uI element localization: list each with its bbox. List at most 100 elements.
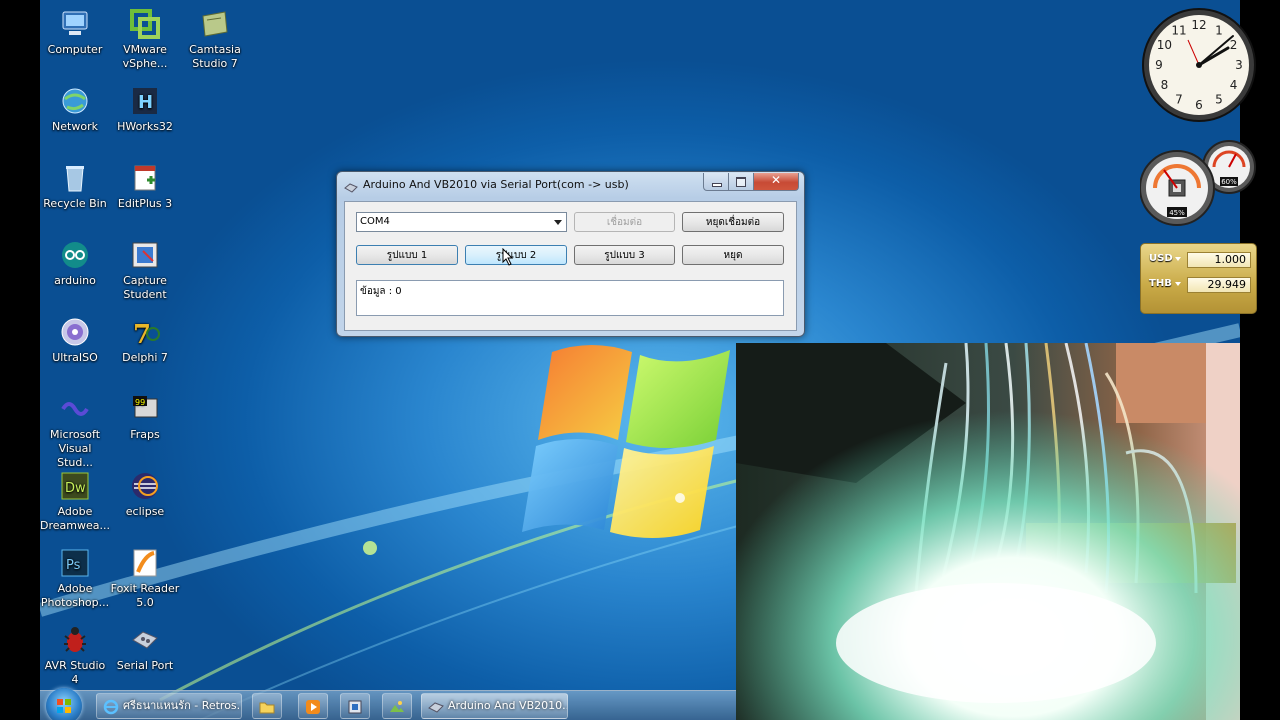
eclipse-icon <box>129 470 161 502</box>
windows-logo <box>522 345 730 539</box>
chevron-down-icon[interactable] <box>554 220 562 225</box>
desktop-icon-arduino[interactable]: arduino <box>40 239 110 288</box>
visual-studio-icon <box>59 393 91 425</box>
chevron-down-icon[interactable] <box>1175 282 1181 286</box>
desktop-icon-serial-port[interactable]: Serial Port <box>110 624 180 673</box>
clock-numeral: 8 <box>1161 78 1169 92</box>
desktop-icon-label: HWorks32 <box>117 120 173 133</box>
desktop-icon-label: Delphi 7 <box>122 351 168 364</box>
serial-port-icon <box>129 624 161 656</box>
camtasia-icon <box>199 8 231 40</box>
com-port-value: COM4 <box>360 216 390 227</box>
com-port-select[interactable]: COM4 <box>356 212 567 232</box>
chevron-down-icon[interactable] <box>1175 257 1181 261</box>
currency-value[interactable]: 29.949 <box>1187 277 1251 293</box>
avr-studio-bug-icon <box>59 624 91 656</box>
maximize-icon <box>736 177 746 187</box>
app-icon <box>348 700 362 714</box>
desktop-icon-label: Serial Port <box>116 659 174 672</box>
desktop-icon-label: Camtasia Studio 7 <box>189 43 241 70</box>
desktop-icon-label: Adobe Dreamwea... <box>40 505 110 532</box>
network-globe-icon <box>59 85 91 117</box>
clock-numeral: 3 <box>1235 58 1243 72</box>
clock-numeral: 4 <box>1230 78 1238 92</box>
close-icon: ✕ <box>771 173 782 187</box>
taskbar-item-arduino-window[interactable]: Arduino And VB2010... <box>421 693 568 719</box>
pattern-2-button[interactable]: รูปแบบ 2 <box>465 245 567 265</box>
desktop-icon-label: Fraps <box>130 428 160 441</box>
internet-explorer-icon <box>103 699 119 715</box>
dreamweaver-icon: Dw <box>59 470 91 502</box>
cpu-percent: 45% <box>1169 209 1185 217</box>
svg-text:99: 99 <box>135 398 145 407</box>
desktop-icon-hworks32[interactable]: H HWorks32 <box>110 85 180 134</box>
pattern-3-button[interactable]: รูปแบบ 3 <box>574 245 675 265</box>
delphi-icon: 7 <box>129 316 161 350</box>
window-title: Arduino And VB2010 via Serial Port(com -… <box>363 178 629 191</box>
vmware-icon <box>129 8 161 40</box>
window-client-area: COM4 เชื่อมต่อ หยุดเชื่อมต่อ รูปแบบ 1 รู… <box>344 201 797 331</box>
desktop-icon-label: EditPlus 3 <box>117 197 173 210</box>
svg-text:Ps: Ps <box>66 558 81 573</box>
clock-numeral: 10 <box>1157 38 1172 52</box>
currency-row-thb[interactable]: THB 29.949 <box>1141 276 1258 294</box>
desktop-icon-vmware[interactable]: VMware vSphe... <box>110 8 180 71</box>
svg-text:H: H <box>138 92 153 113</box>
disconnect-button[interactable]: หยุดเชื่อมต่อ <box>682 212 784 232</box>
currency-gadget[interactable]: USD 1.000 THB 29.949 <box>1140 243 1257 314</box>
desktop-icon-capture-student[interactable]: Capture Student <box>110 239 180 302</box>
taskbar-item-media[interactable] <box>298 693 328 719</box>
desktop-icon-label: Foxit Reader 5.0 <box>110 582 180 609</box>
folder-icon <box>259 702 275 714</box>
maximize-button[interactable] <box>728 173 754 191</box>
app-window[interactable]: Arduino And VB2010 via Serial Port(com -… <box>336 171 805 337</box>
clock-gadget[interactable]: 12 1 2 3 4 5 6 7 8 9 10 11 <box>1140 6 1258 124</box>
webcam-overlay <box>736 343 1240 720</box>
clock-numeral: 1 <box>1215 23 1223 37</box>
currency-row-usd[interactable]: USD 1.000 <box>1141 251 1258 269</box>
mouse-cursor-icon <box>502 248 514 266</box>
taskbar-item-tool[interactable] <box>340 693 370 719</box>
desktop-icon-delphi[interactable]: 7 Delphi 7 <box>110 316 180 365</box>
taskbar-item-browser[interactable]: ศรีธนาแหนรัก - Retros... <box>96 693 242 719</box>
desktop-icon-foxit-reader[interactable]: Foxit Reader 5.0 <box>110 547 180 610</box>
desktop-icon-network[interactable]: Network <box>40 85 110 134</box>
desktop-icon-avr-studio[interactable]: AVR Studio 4 <box>40 624 110 687</box>
desktop-icon-fraps[interactable]: 99 Fraps <box>110 393 180 442</box>
desktop-icon-dreamweaver[interactable]: Dw Adobe Dreamwea... <box>40 470 110 533</box>
desktop-icon-label: AVR Studio 4 <box>44 659 106 686</box>
currency-code[interactable]: THB <box>1149 278 1172 289</box>
desktop-icon-label: eclipse <box>125 505 165 518</box>
desktop-icon-label: UltraISO <box>52 351 98 364</box>
taskbar-item-explorer[interactable] <box>252 693 282 719</box>
desktop-icon-ultraiso[interactable]: UltraISO <box>40 316 110 365</box>
desktop-icon-label: arduino <box>54 274 96 287</box>
desktop-icon-camtasia[interactable]: Camtasia Studio 7 <box>180 8 250 71</box>
desktop-icon-recycle-bin[interactable]: Recycle Bin <box>40 162 110 211</box>
media-player-icon <box>306 700 320 714</box>
letterbox-left <box>0 0 40 720</box>
stop-button[interactable]: หยุด <box>682 245 784 265</box>
minimize-button[interactable] <box>703 173 729 191</box>
desktop-icon-computer[interactable]: Computer <box>40 8 110 57</box>
desktop-icon-label: Adobe Photoshop... <box>40 582 110 609</box>
capture-student-icon <box>129 239 161 271</box>
desktop-icon-eclipse[interactable]: eclipse <box>110 470 180 519</box>
foxit-reader-icon <box>129 547 161 579</box>
desktop-icon-label: VMware vSphe... <box>122 43 168 70</box>
data-output-box: ข้อมูล : 0 <box>356 280 784 316</box>
minimize-icon <box>712 183 722 187</box>
cpu-meter-gadget[interactable]: 60% 45% <box>1139 140 1258 230</box>
desktop-icon-photoshop[interactable]: Ps Adobe Photoshop... <box>40 547 110 610</box>
currency-value[interactable]: 1.000 <box>1187 252 1251 268</box>
desktop-icon-editplus[interactable]: EditPlus 3 <box>110 162 180 211</box>
pattern-1-button[interactable]: รูปแบบ 1 <box>356 245 458 265</box>
editplus-icon <box>129 162 161 194</box>
start-button[interactable] <box>46 688 82 720</box>
connect-button[interactable]: เชื่อมต่อ <box>574 212 675 232</box>
clock-numeral: 12 <box>1191 18 1206 32</box>
currency-code[interactable]: USD <box>1149 253 1173 264</box>
desktop-icon-visual-studio[interactable]: Microsoft Visual Stud... <box>40 393 110 470</box>
close-button[interactable]: ✕ <box>753 173 799 191</box>
taskbar-item-app[interactable] <box>382 693 412 719</box>
